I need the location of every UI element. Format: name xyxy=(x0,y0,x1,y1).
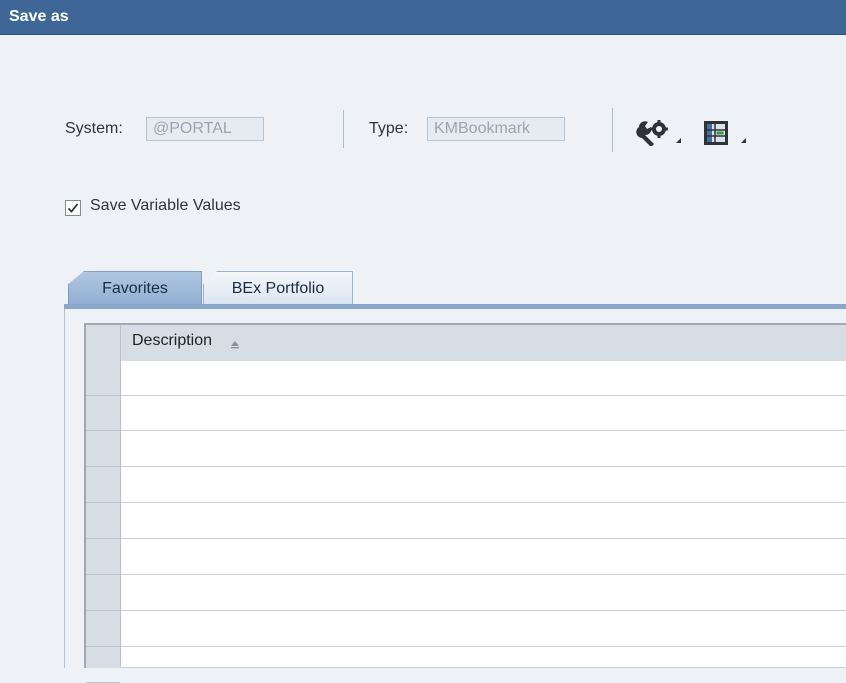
table-row[interactable] xyxy=(121,504,846,539)
row-selector[interactable] xyxy=(86,468,120,503)
table-layout-icon xyxy=(704,121,728,145)
table-row[interactable] xyxy=(121,396,846,431)
dialog-titlebar: Save as xyxy=(0,0,846,35)
sort-ascending-icon[interactable] xyxy=(230,339,240,349)
table-row[interactable] xyxy=(121,432,846,467)
wrench-gear-icon xyxy=(636,120,668,146)
row-selector[interactable] xyxy=(86,648,120,683)
table-row[interactable] xyxy=(121,576,846,611)
chevron-down-icon xyxy=(736,138,746,143)
separator xyxy=(343,110,344,148)
save-variable-values-label[interactable]: Save Variable Values xyxy=(90,197,241,215)
table-row[interactable] xyxy=(121,361,846,396)
row-header-column xyxy=(86,325,121,683)
table-row[interactable] xyxy=(121,468,846,503)
row-selector[interactable] xyxy=(86,432,120,467)
table-header: Description xyxy=(86,325,846,362)
type-label: Type: xyxy=(369,120,409,137)
row-selector[interactable] xyxy=(86,540,120,575)
system-field[interactable]: @PORTAL xyxy=(146,117,264,141)
table-row[interactable] xyxy=(121,540,846,575)
dialog-title: Save as xyxy=(9,8,69,25)
separator xyxy=(612,108,613,152)
type-field[interactable]: KMBookmark xyxy=(427,117,565,141)
save-variable-values-checkbox[interactable] xyxy=(65,200,81,216)
table-row[interactable] xyxy=(121,612,846,647)
system-label: System: xyxy=(65,120,123,137)
row-selector[interactable] xyxy=(86,396,120,431)
favorites-table: Description xyxy=(84,323,846,683)
row-selector[interactable] xyxy=(86,361,120,396)
row-selector[interactable] xyxy=(86,612,120,647)
settings-menu-button[interactable] xyxy=(636,118,681,148)
tab-favorites[interactable]: Favorites xyxy=(68,271,202,304)
row-selector[interactable] xyxy=(86,576,120,611)
column-header-description[interactable]: Description xyxy=(132,332,212,350)
checkmark-icon xyxy=(67,203,79,213)
chevron-down-icon xyxy=(671,138,681,143)
tab-label: Favorites xyxy=(102,280,168,297)
layout-menu-button[interactable] xyxy=(703,120,747,150)
tab-bex-portfolio[interactable]: BEx Portfolio xyxy=(203,271,353,304)
table-row[interactable] xyxy=(121,648,846,668)
row-selector[interactable] xyxy=(86,504,120,539)
tab-label: BEx Portfolio xyxy=(231,280,325,297)
